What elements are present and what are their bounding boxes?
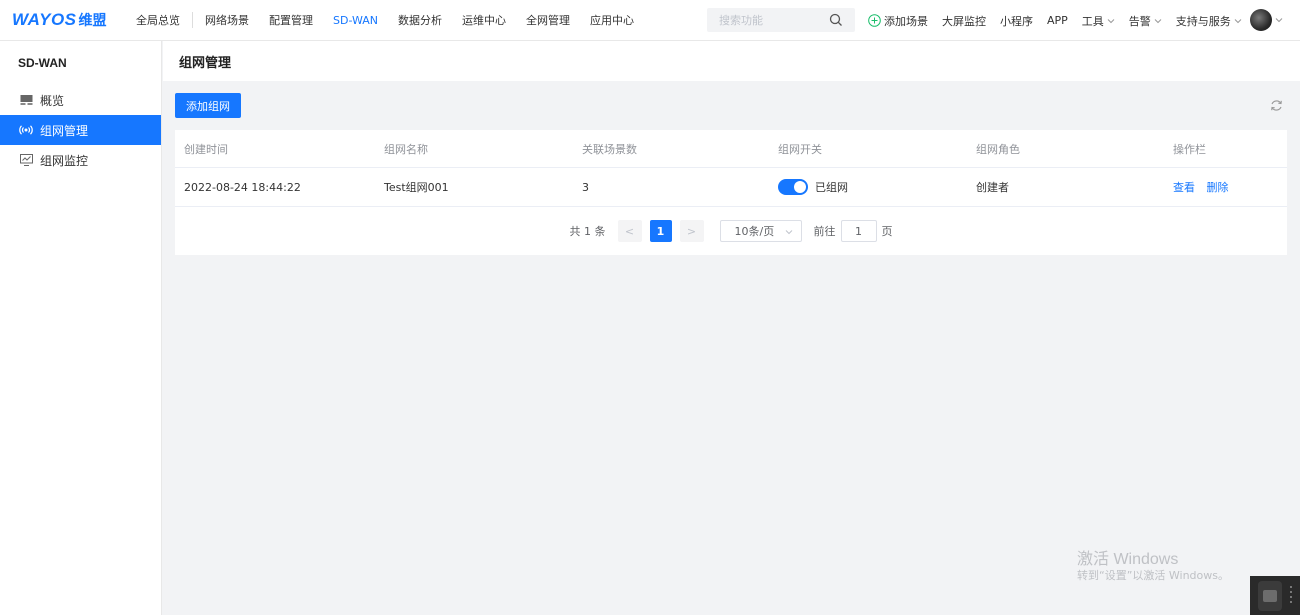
goto-page-input[interactable] bbox=[840, 220, 877, 242]
actions-cell: 查看 删除 bbox=[1173, 179, 1237, 195]
logo-text: WAYOS bbox=[12, 10, 77, 29]
tools-menu[interactable]: 工具 bbox=[1082, 13, 1115, 29]
windows-activation-hint: 转到“设置”以激活 Windows。 bbox=[1077, 569, 1229, 582]
network-switch-cell: 已组网 bbox=[778, 179, 848, 195]
page-size-select[interactable]: 10条/页 bbox=[719, 220, 802, 242]
alarm-menu[interactable]: 告警 bbox=[1129, 13, 1162, 29]
search-icon[interactable] bbox=[829, 13, 843, 27]
nav-item-config[interactable]: 配置管理 bbox=[269, 12, 313, 28]
network-signal-icon bbox=[19, 123, 33, 137]
alarm-label: 告警 bbox=[1128, 14, 1151, 28]
support-menu[interactable]: 支持与服务 bbox=[1176, 13, 1242, 29]
network-table: 创建时间 组网名称 关联场景数 组网开关 组网角色 操作栏 2022-08-24… bbox=[175, 130, 1287, 255]
sidebar-title: SD-WAN bbox=[18, 56, 67, 70]
search-box bbox=[707, 8, 855, 32]
windows-activation-watermark: 激活 Windows bbox=[1077, 551, 1179, 568]
refresh-icon[interactable] bbox=[1270, 99, 1283, 112]
main-nav: 全局总览 网络场景 配置管理 SD-WAN 数据分析 运维中心 全网管理 应用中… bbox=[112, 0, 654, 41]
logo-cn-text: 维盟 bbox=[78, 13, 107, 29]
chevron-down-icon[interactable] bbox=[1275, 16, 1283, 24]
nav-item-ops-center[interactable]: 运维中心 bbox=[462, 12, 506, 28]
sidebar-item-label: 组网监控 bbox=[40, 153, 89, 168]
switch-status-label: 已组网 bbox=[815, 181, 848, 194]
next-page-button[interactable]: > bbox=[679, 220, 704, 242]
nav-item-network-scene[interactable]: 网络场景 bbox=[205, 12, 249, 28]
right-nav: 添加场景 大屏监控 小程序 APP 工具 告警 支持与服务 bbox=[868, 0, 1256, 41]
sidebar-item-label: 概览 bbox=[40, 93, 65, 108]
sidebar-item-network-management[interactable]: 组网管理 bbox=[0, 115, 161, 145]
chevron-down-icon bbox=[1107, 18, 1115, 23]
app-link[interactable]: APP bbox=[1047, 14, 1068, 27]
chevron-down-icon bbox=[1154, 18, 1162, 23]
overview-icon bbox=[19, 93, 33, 107]
chevron-down-icon bbox=[1234, 18, 1242, 23]
delete-link[interactable]: 删除 bbox=[1207, 181, 1229, 194]
prev-page-button[interactable]: < bbox=[617, 220, 642, 242]
add-network-button[interactable]: 添加组网 bbox=[175, 93, 241, 118]
page-number-current[interactable]: 1 bbox=[649, 220, 672, 242]
sidebar-item-label: 组网管理 bbox=[40, 123, 89, 138]
page-title: 组网管理 bbox=[179, 56, 232, 71]
column-header: 操作栏 bbox=[1173, 142, 1206, 156]
widget-handle-icon bbox=[1290, 586, 1292, 604]
column-header: 组网角色 bbox=[976, 142, 1020, 156]
nav-item-network-management[interactable]: 全网管理 bbox=[526, 12, 570, 28]
add-scene-label: 添加场景 bbox=[884, 14, 928, 28]
page-size-value: 10条/页 bbox=[734, 225, 775, 238]
toggle-knob bbox=[794, 181, 806, 193]
scene-count-cell: 3 bbox=[582, 180, 589, 194]
column-header: 组网开关 bbox=[778, 142, 822, 156]
nav-item-app-center[interactable]: 应用中心 bbox=[590, 12, 634, 28]
user-avatar[interactable] bbox=[1250, 9, 1272, 31]
widget-glyph bbox=[1263, 590, 1277, 602]
table-row: 2022-08-24 18:44:22 Test组网001 3 已组网 创建者 … bbox=[175, 168, 1287, 207]
network-role-cell: 创建者 bbox=[976, 181, 1009, 194]
wayos-logo[interactable]: WAYOS 维盟 bbox=[12, 10, 112, 30]
monitor-icon bbox=[19, 153, 33, 167]
big-screen-link[interactable]: 大屏监控 bbox=[942, 13, 986, 29]
chevron-down-icon bbox=[785, 230, 792, 235]
table-header: 创建时间 组网名称 关联场景数 组网开关 组网角色 操作栏 bbox=[175, 130, 1287, 168]
add-scene-button[interactable]: 添加场景 bbox=[868, 13, 928, 29]
sidebar: SD-WAN 概览 组网管理 组网监控 bbox=[0, 41, 162, 615]
widget-icon bbox=[1258, 581, 1282, 611]
pagination: 共 1 条 < 1 > 10条/页 前往 页 bbox=[175, 207, 1287, 255]
sidebar-item-network-monitor[interactable]: 组网监控 bbox=[0, 145, 161, 175]
top-navigation-bar: WAYOS 维盟 全局总览 网络场景 配置管理 SD-WAN 数据分析 运维中心… bbox=[0, 0, 1300, 41]
column-header: 创建时间 bbox=[184, 142, 228, 156]
floating-widget[interactable] bbox=[1250, 576, 1300, 615]
created-time-cell: 2022-08-24 18:44:22 bbox=[184, 180, 301, 194]
column-header: 关联场景数 bbox=[582, 142, 637, 156]
nav-item-overview[interactable]: 全局总览 bbox=[136, 12, 180, 28]
goto-label: 前往 bbox=[813, 225, 836, 238]
total-count: 共 1 条 bbox=[569, 225, 606, 238]
nav-item-data-analysis[interactable]: 数据分析 bbox=[398, 12, 442, 28]
nav-divider bbox=[192, 12, 193, 28]
view-link[interactable]: 查看 bbox=[1173, 181, 1195, 194]
network-toggle[interactable] bbox=[778, 179, 808, 195]
column-header: 组网名称 bbox=[384, 142, 428, 156]
nav-item-sdwan[interactable]: SD-WAN bbox=[333, 14, 378, 27]
plus-circle-icon bbox=[868, 14, 881, 27]
search-input[interactable] bbox=[707, 8, 825, 32]
network-name-cell: Test组网001 bbox=[384, 181, 449, 194]
sidebar-item-overview[interactable]: 概览 bbox=[0, 85, 161, 115]
tools-label: 工具 bbox=[1081, 14, 1104, 28]
mini-program-link[interactable]: 小程序 bbox=[1000, 13, 1033, 29]
page-header: 组网管理 bbox=[163, 41, 1300, 81]
goto-unit: 页 bbox=[881, 225, 893, 238]
support-label: 支持与服务 bbox=[1175, 14, 1231, 28]
